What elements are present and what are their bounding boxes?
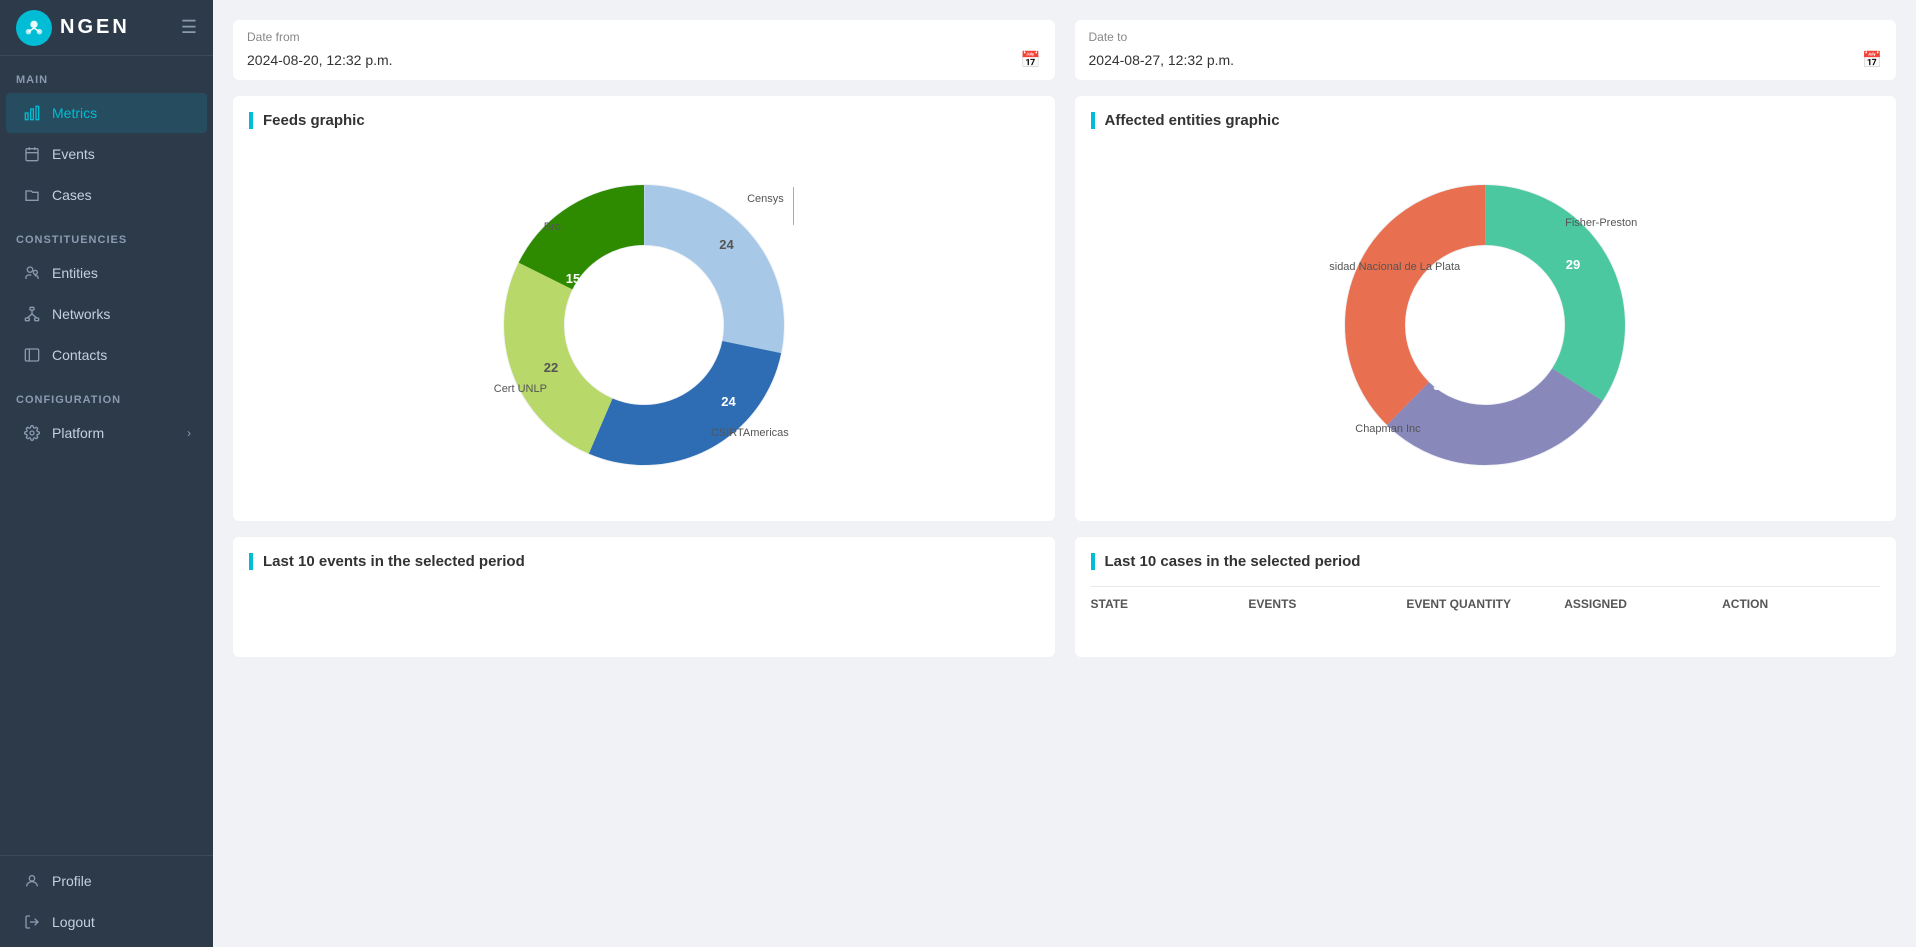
sidebar-item-profile[interactable]: Profile <box>6 861 207 901</box>
censys-label: Censys <box>747 193 784 205</box>
col-state: State <box>1091 597 1249 611</box>
users-icon <box>22 263 42 283</box>
bro-value: 15 <box>566 271 580 286</box>
bottom-row: Last 10 events in the selected period La… <box>233 537 1896 657</box>
certunlp-label: Cert UNLP <box>494 383 547 395</box>
csirt-label: CSIRTAmericas <box>711 427 789 439</box>
main-content: Date from 2024-08-20, 12:32 p.m. 📅 Date … <box>213 0 1916 947</box>
configuration-label: CONFIGURATION <box>0 376 213 412</box>
col-action: Action <box>1722 597 1880 611</box>
main-section: MAIN Metrics Events Cases <box>0 56 213 216</box>
contact-icon <box>22 345 42 365</box>
sidebar-item-entities[interactable]: Entities <box>6 253 207 293</box>
sidebar-item-platform[interactable]: Platform › <box>6 413 207 453</box>
logo-area: NGEN ☰ <box>0 0 213 56</box>
sidebar-item-label: Logout <box>52 914 95 930</box>
feeds-chart-title: Feeds graphic <box>249 112 1039 129</box>
constituencies-label: CONSTITUENCIES <box>0 216 213 252</box>
calendar-from-icon: 📅 <box>1021 50 1041 70</box>
censys-line <box>793 187 794 225</box>
sidebar-item-logout[interactable]: Logout <box>6 902 207 942</box>
user-icon <box>22 871 42 891</box>
date-from-field[interactable]: Date from 2024-08-20, 12:32 p.m. 📅 <box>233 20 1055 80</box>
sidebar-item-label: Networks <box>52 306 110 322</box>
calendar-icon <box>22 144 42 164</box>
sidebar: NGEN ☰ MAIN Metrics Events Cases CONSTIT… <box>0 0 213 947</box>
date-from-label: Date from <box>247 30 1041 44</box>
sidebar-item-metrics[interactable]: Metrics <box>6 93 207 133</box>
date-to-value: 2024-08-27, 12:32 p.m. <box>1089 52 1235 68</box>
chapman-value: 32 <box>1433 378 1447 393</box>
configuration-section: CONFIGURATION Platform › <box>0 376 213 454</box>
hamburger-icon[interactable]: ☰ <box>181 17 197 38</box>
bro-label: Bro <box>544 221 561 233</box>
sidebar-item-cases[interactable]: Cases <box>6 175 207 215</box>
sidebar-item-label: Events <box>52 146 95 162</box>
last-cases-card: Last 10 cases in the selected period Sta… <box>1075 537 1897 657</box>
sidebar-item-contacts[interactable]: Contacts <box>6 335 207 375</box>
folder-icon <box>22 185 42 205</box>
logo-icon <box>16 10 52 46</box>
constituencies-section: CONSTITUENCIES Entities Networks Contact… <box>0 216 213 376</box>
date-to-label: Date to <box>1089 30 1883 44</box>
cases-table-header: State Events Event quantity Assigned Act… <box>1091 586 1881 611</box>
sidebar-item-networks[interactable]: Networks <box>6 294 207 334</box>
csirt-value: 24 <box>721 394 735 409</box>
logo-text: NGEN <box>60 16 130 39</box>
fisher-value: 29 <box>1566 257 1580 272</box>
calendar-to-icon: 📅 <box>1862 50 1882 70</box>
sidebar-item-label: Entities <box>52 265 98 281</box>
sidebar-bottom: Profile Logout <box>0 855 213 947</box>
certunlp-value: 22 <box>544 360 558 375</box>
sidebar-item-events[interactable]: Events <box>6 134 207 174</box>
sidebar-item-label: Profile <box>52 873 92 889</box>
sidebar-item-label: Platform <box>52 425 104 441</box>
settings-icon <box>22 423 42 443</box>
main-section-label: MAIN <box>0 56 213 92</box>
chart-icon <box>22 103 42 123</box>
last-events-title: Last 10 events in the selected period <box>249 553 1039 570</box>
affected-chart-title: Affected entities graphic <box>1091 112 1881 129</box>
chapman-label: Chapman Inc <box>1355 423 1420 435</box>
last-events-card: Last 10 events in the selected period <box>233 537 1055 657</box>
affected-chart-area: Fisher-Preston sidad Nacional de La Plat… <box>1091 145 1881 505</box>
chevron-right-icon: › <box>187 426 191 440</box>
col-assigned: Assigned <box>1564 597 1722 611</box>
sidebar-item-label: Cases <box>52 187 92 203</box>
sidebar-item-label: Metrics <box>52 105 97 121</box>
date-row: Date from 2024-08-20, 12:32 p.m. 📅 Date … <box>233 20 1896 80</box>
feeds-chart-area: Censys CSIRTAmericas Cert UNLP Bro 24 24… <box>249 145 1039 505</box>
charts-row: Feeds graphic <box>233 96 1896 521</box>
feeds-chart-card: Feeds graphic <box>233 96 1055 521</box>
censys-value: 24 <box>719 237 733 252</box>
unlp-value: 24 <box>1410 297 1424 312</box>
sidebar-item-label: Contacts <box>52 347 107 363</box>
last-cases-title: Last 10 cases in the selected period <box>1091 553 1881 570</box>
col-event-quantity: Event quantity <box>1406 597 1564 611</box>
fisher-label: Fisher-Preston <box>1565 217 1637 229</box>
network-icon <box>22 304 42 324</box>
affected-chart-card: Affected entities graphic <box>1075 96 1897 521</box>
logout-icon <box>22 912 42 932</box>
affected-donut-svg <box>1325 165 1645 485</box>
col-events: Events <box>1248 597 1406 611</box>
date-to-field[interactable]: Date to 2024-08-27, 12:32 p.m. 📅 <box>1075 20 1897 80</box>
date-from-value: 2024-08-20, 12:32 p.m. <box>247 52 393 68</box>
unlp-label: sidad Nacional de La Plata <box>1329 261 1460 273</box>
